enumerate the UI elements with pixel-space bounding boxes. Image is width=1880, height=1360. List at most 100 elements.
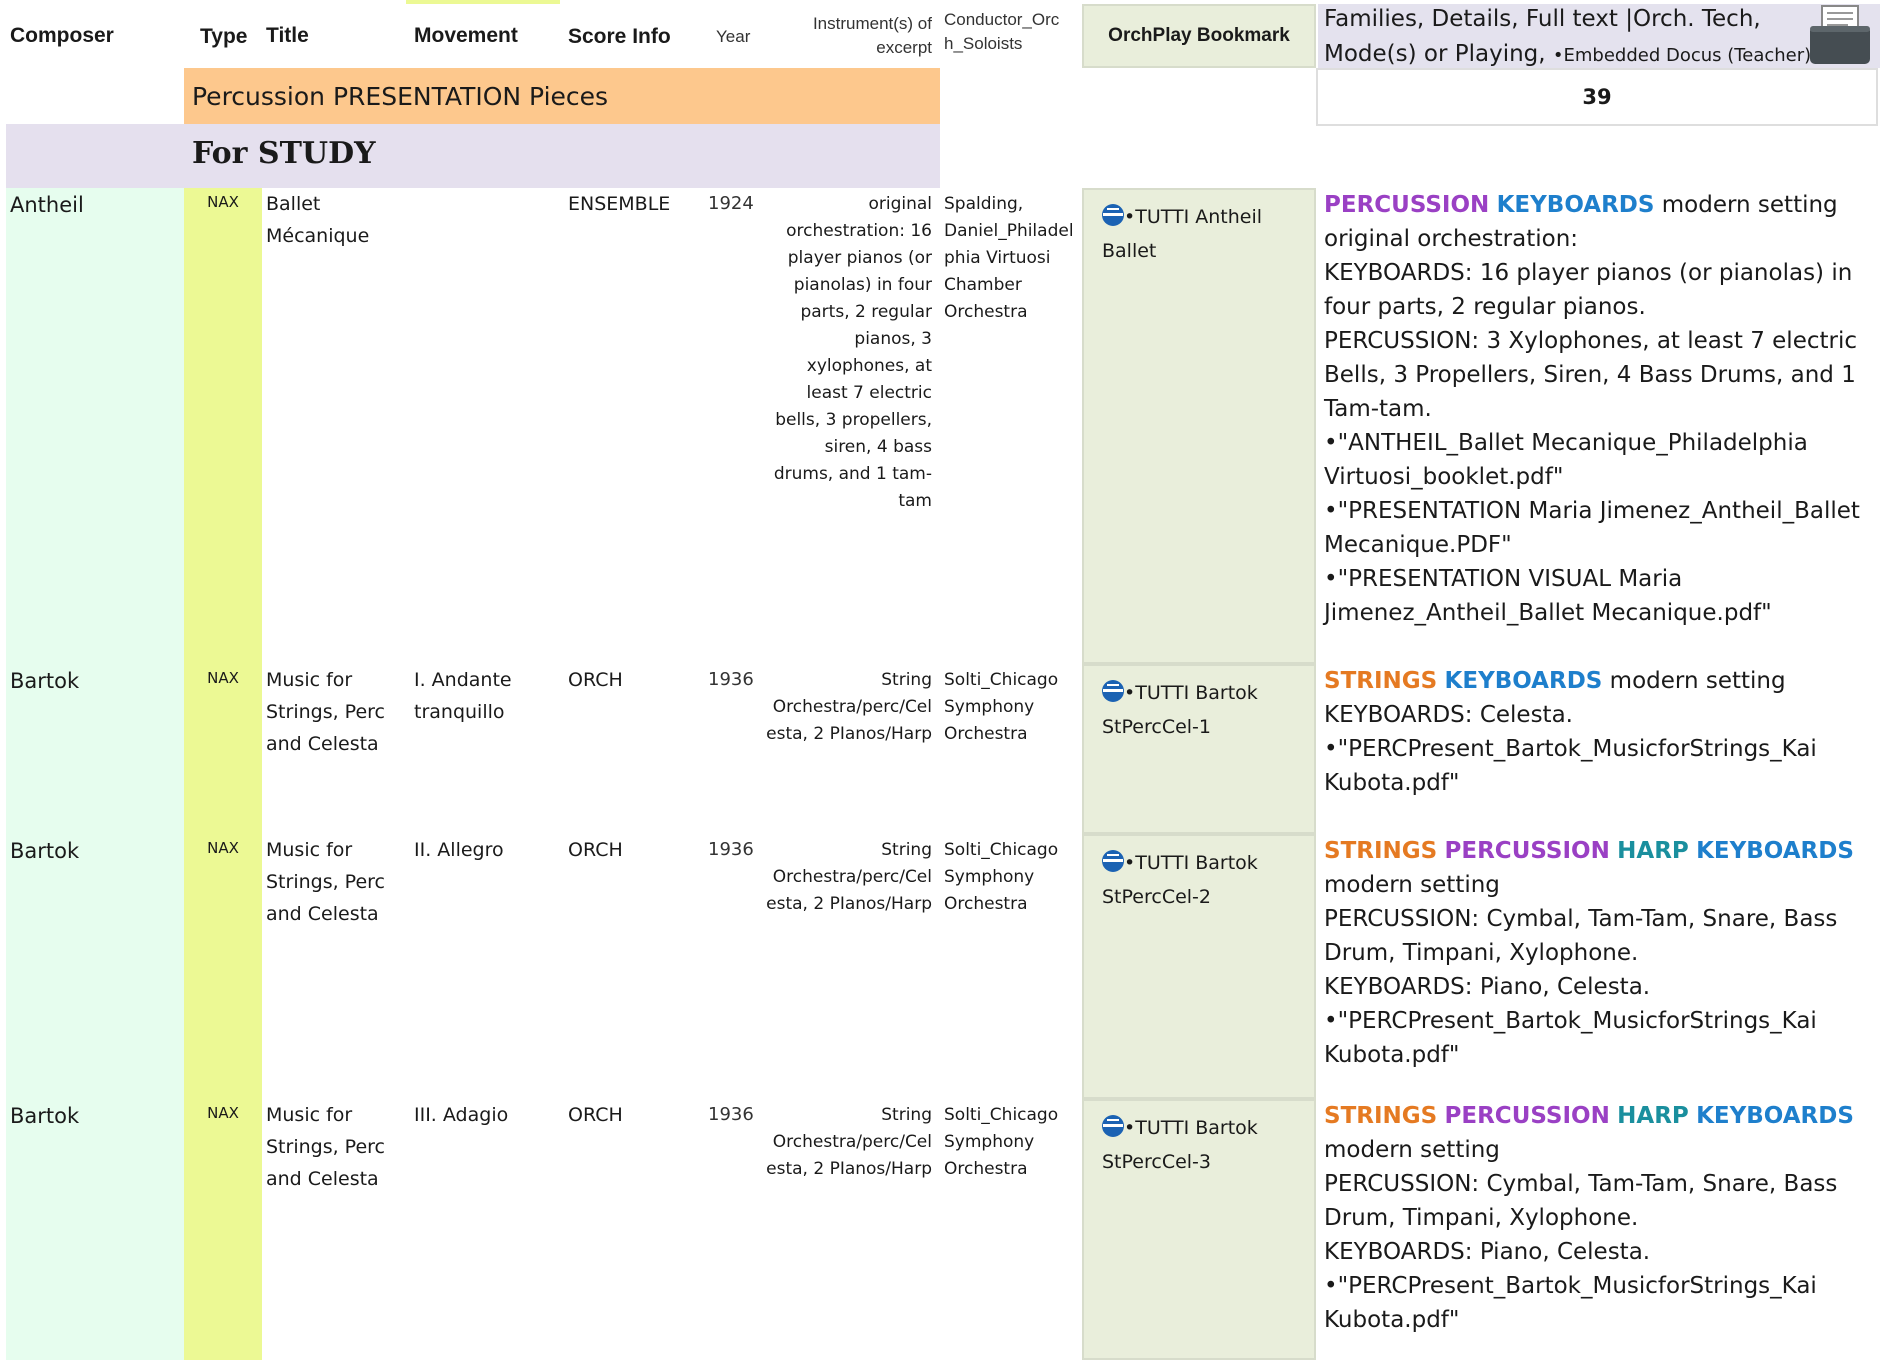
families-text: Kubota.pdf": [1324, 1307, 1460, 1333]
family-tag-harp: HARP: [1617, 838, 1689, 864]
header-instruments[interactable]: Instrument(s) of excerpt: [740, 12, 932, 60]
instruments-cell: original orchestration: 16 player pianos (…: [740, 191, 932, 515]
families-line: KEYBOARDS: Piano, Celesta.: [1324, 1235, 1878, 1269]
title-line: and Celesta: [266, 1168, 379, 1190]
families-line: Bells, 3 Propellers, Siren, 4 Bass Drums…: [1324, 358, 1878, 392]
family-tag-keys: KEYBOARDS: [1444, 668, 1603, 694]
bookmark-link[interactable]: •TUTTI Antheil: [1102, 200, 1314, 234]
header-families-line2-text: Mode(s) or Playing,: [1324, 41, 1553, 67]
score-info-cell: ORCH: [568, 1104, 623, 1126]
conductor-line: Orchestra: [944, 302, 1028, 322]
family-tag-keys: KEYBOARDS: [1696, 1103, 1854, 1129]
instruments-line: String: [881, 670, 932, 690]
score-info-cell: ENSEMBLE: [568, 193, 671, 215]
conductor-cell: Solti_Chicago Symphony Orchestra: [944, 1102, 1058, 1183]
instruments-line: String: [881, 1105, 932, 1125]
bookmark-cell[interactable]: •TUTTI Bartok StPercCel-2: [1082, 834, 1316, 1099]
bookmark-text: •TUTTI Bartok: [1124, 1117, 1258, 1139]
families-line: original orchestration:: [1324, 222, 1878, 256]
bookmark-text: •TUTTI Antheil: [1124, 206, 1263, 228]
instruments-line: bells, 3 propellers,: [775, 410, 932, 430]
instruments-line: Orchestra/perc/Cel: [772, 697, 932, 717]
families-cell: STRINGS PERCUSSION HARP KEYBOARDS modern …: [1324, 1099, 1878, 1337]
title-line: and Celesta: [266, 903, 379, 925]
families-line: STRINGS KEYBOARDS modern setting: [1324, 664, 1878, 698]
instruments-line: esta, 2 PIanos/Harp: [766, 724, 932, 744]
movement-cell[interactable]: II. Allegro: [414, 834, 504, 866]
families-text: modern setting: [1654, 192, 1838, 218]
bookmark-link[interactable]: •TUTTI Bartok: [1102, 1111, 1314, 1145]
score-info-cell: ORCH: [568, 839, 623, 861]
families-line: •"PERCPresent_Bartok_MusicforStrings_Kai: [1324, 1004, 1878, 1038]
conductor-line: Solti_Chicago: [944, 840, 1059, 860]
families-line: Virtuosi_booklet.pdf": [1324, 460, 1878, 494]
families-line: STRINGS PERCUSSION HARP KEYBOARDS: [1324, 834, 1878, 868]
instruments-cell: String Orchestra/perc/Cel esta, 2 PIanos/H…: [740, 1102, 932, 1183]
movement-cell[interactable]: III. Adagio: [414, 1099, 508, 1131]
instruments-line: Orchestra/perc/Cel: [772, 1132, 932, 1152]
conductor-line: Orchestra: [944, 724, 1028, 744]
families-text: PERCUSSION: Cymbal, Tam-Tam, Snare, Bass: [1324, 906, 1838, 932]
header-composer[interactable]: Composer: [10, 24, 114, 48]
conductor-line: Solti_Chicago: [944, 1105, 1059, 1125]
families-line: KEYBOARDS: 16 player pianos (or pianolas…: [1324, 256, 1878, 290]
families-text: Drum, Timpani, Xylophone.: [1324, 1205, 1639, 1231]
families-line: •"PERCPresent_Bartok_MusicforStrings_Kai: [1324, 732, 1878, 766]
composer-cell[interactable]: Bartok: [10, 834, 79, 868]
type-badge: NAX: [207, 669, 239, 687]
families-text: KEYBOARDS: Celesta.: [1324, 702, 1573, 728]
header-movement[interactable]: Movement: [414, 24, 518, 48]
movement-cell[interactable]: I. Andante tranquillo: [414, 664, 512, 728]
families-text: KEYBOARDS: 16 player pianos (or pianolas…: [1324, 260, 1853, 286]
table-row: Bartok NAX Music for Strings, Perc and Celes…: [0, 834, 1880, 1099]
globe-icon: [1102, 680, 1124, 702]
families-text: •"PRESENTATION VISUAL Maria: [1324, 566, 1683, 592]
families-text: Virtuosi_booklet.pdf": [1324, 464, 1564, 490]
bookmark-link[interactable]: •TUTTI Bartok: [1102, 846, 1314, 880]
composer-cell[interactable]: Bartok: [10, 664, 79, 698]
conductor-line: Daniel_Philadel: [944, 221, 1074, 241]
header-title[interactable]: Title: [266, 24, 309, 48]
bookmark-cell[interactable]: •TUTTI Bartok StPercCel-1: [1082, 664, 1316, 834]
header-families-embedded: •Embedded Docus (Teacher): [1552, 45, 1812, 66]
instruments-line: esta, 2 PIanos/Harp: [766, 894, 932, 914]
title-line: Mécanique: [266, 225, 370, 247]
title-cell[interactable]: Music for Strings, Perc and Celesta: [266, 1099, 385, 1195]
header-score-info[interactable]: Score Info: [568, 25, 671, 49]
conductor-line: Orchestra: [944, 894, 1028, 914]
header-conductor[interactable]: Conductor_Orc h_Soloists: [944, 8, 1059, 56]
families-line: Kubota.pdf": [1324, 1303, 1878, 1337]
study-bar: [6, 124, 940, 188]
instruments-line: pianolas) in four: [793, 275, 932, 295]
movement-line: II. Allegro: [414, 839, 504, 861]
families-text: modern setting: [1324, 872, 1500, 898]
composer-cell[interactable]: Bartok: [10, 1099, 79, 1133]
header-conductor-line: Conductor_Orc: [944, 10, 1060, 29]
families-line: •"PRESENTATION VISUAL Maria: [1324, 562, 1878, 596]
bookmark-link[interactable]: •TUTTI Bartok: [1102, 676, 1314, 710]
study-label: For STUDY: [192, 136, 376, 171]
families-text: •"ANTHEIL_Ballet Mecanique_Philadelphia: [1324, 430, 1808, 456]
printer-icon[interactable]: [1808, 4, 1872, 66]
family-tag-perc: PERCUSSION: [1444, 838, 1610, 864]
instruments-line: parts, 2 regular: [800, 302, 932, 322]
instruments-line: siren, 4 bass: [824, 437, 932, 457]
families-text: KEYBOARDS: Piano, Celesta.: [1324, 1239, 1651, 1265]
title-cell[interactable]: Music for Strings, Perc and Celesta: [266, 834, 385, 930]
conductor-line: Symphony: [944, 1132, 1035, 1152]
score-info-cell: ORCH: [568, 669, 623, 691]
instruments-cell: String Orchestra/perc/Cel esta, 2 PIanos/H…: [740, 667, 932, 748]
families-line: Kubota.pdf": [1324, 1038, 1878, 1072]
header-bookmark-cell[interactable]: OrchPlay Bookmark: [1082, 4, 1316, 68]
bookmark-cell[interactable]: •TUTTI Antheil Ballet: [1082, 188, 1316, 664]
family-tag-harp: HARP: [1617, 1103, 1689, 1129]
title-cell[interactable]: Ballet Mécanique: [266, 188, 369, 252]
title-cell[interactable]: Music for Strings, Perc and Celesta: [266, 664, 385, 760]
bookmark-text: StPercCel-1: [1102, 716, 1211, 738]
families-line: KEYBOARDS: Celesta.: [1324, 698, 1878, 732]
composer-cell[interactable]: Antheil: [10, 188, 84, 222]
section-title: Percussion PRESENTATION Pieces: [192, 82, 609, 111]
families-text: •"PERCPresent_Bartok_MusicforStrings_Kai: [1324, 736, 1817, 762]
header-type[interactable]: Type: [200, 25, 247, 49]
bookmark-cell[interactable]: •TUTTI Bartok StPercCel-3: [1082, 1099, 1316, 1360]
